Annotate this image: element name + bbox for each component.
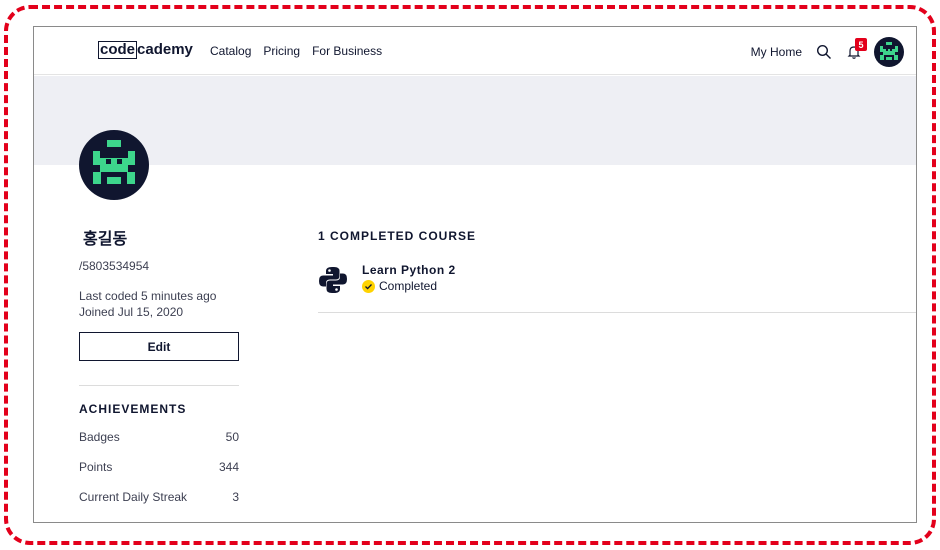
achievement-label: Current Daily Streak bbox=[79, 490, 188, 504]
profile-name: 홍길동 bbox=[83, 231, 128, 248]
course-divider bbox=[318, 312, 916, 313]
last-coded-text: Last coded 5 minutes ago bbox=[79, 289, 217, 303]
user-avatar-nav[interactable] bbox=[874, 37, 904, 67]
profile-user-id: /5803534954 bbox=[79, 259, 150, 273]
notification-badge: 5 bbox=[855, 38, 867, 51]
my-home-link[interactable]: My Home bbox=[751, 45, 802, 59]
nav-links: Catalog Pricing For Business bbox=[210, 44, 382, 58]
course-status-text: Completed bbox=[379, 279, 438, 293]
achievement-label: Points bbox=[79, 460, 113, 474]
achievement-row-streak: Current Daily Streak 3 bbox=[79, 490, 239, 504]
nav-link-for-business[interactable]: For Business bbox=[312, 44, 382, 58]
course-item[interactable]: Learn Python 2 Completed bbox=[318, 263, 456, 295]
profile-banner bbox=[34, 76, 916, 165]
nav-link-pricing[interactable]: Pricing bbox=[263, 44, 300, 58]
nav-right: My Home 5 bbox=[751, 37, 904, 67]
check-icon bbox=[362, 279, 375, 293]
course-info: Learn Python 2 Completed bbox=[362, 263, 456, 293]
nav-link-catalog[interactable]: Catalog bbox=[210, 44, 251, 58]
browser-window: code cademy Catalog Pricing For Business… bbox=[33, 26, 917, 523]
codecademy-logo[interactable]: code cademy bbox=[98, 41, 193, 59]
logo-code-text: code bbox=[98, 41, 138, 59]
edit-profile-button[interactable]: Edit bbox=[79, 332, 239, 361]
logo-rest-text: cademy bbox=[137, 41, 193, 58]
top-navbar: code cademy Catalog Pricing For Business… bbox=[34, 27, 916, 75]
bell-icon[interactable]: 5 bbox=[844, 38, 867, 62]
achievement-value: 3 bbox=[232, 490, 239, 504]
profile-avatar bbox=[79, 130, 149, 200]
sidebar-divider bbox=[79, 385, 239, 386]
achievement-row-badges: Badges 50 bbox=[79, 430, 239, 444]
achievement-value: 344 bbox=[218, 460, 239, 474]
joined-date-text: Joined Jul 15, 2020 bbox=[79, 305, 184, 319]
achievement-label: Badges bbox=[79, 430, 120, 444]
achievements-heading: ACHIEVEMENTS bbox=[79, 402, 187, 416]
achievement-row-points: Points 344 bbox=[79, 460, 239, 474]
python-logo-icon bbox=[318, 265, 348, 295]
achievement-value: 50 bbox=[225, 430, 239, 444]
completed-courses-heading: 1 COMPLETED COURSE bbox=[318, 229, 477, 243]
course-name[interactable]: Learn Python 2 bbox=[362, 263, 456, 277]
search-icon[interactable] bbox=[814, 42, 834, 62]
course-status: Completed bbox=[362, 279, 456, 293]
